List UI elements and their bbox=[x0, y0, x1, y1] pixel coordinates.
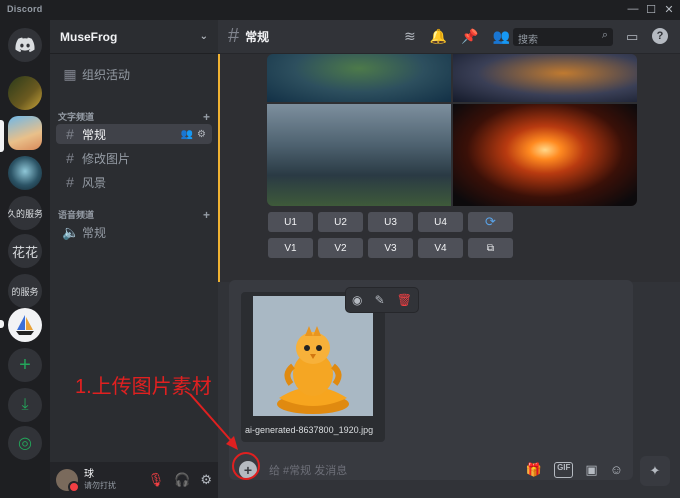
message-composer: ai-generated-8637800_1920.jpg ◉ ✎ 🗑 + 给 … bbox=[229, 280, 633, 480]
download-icon: ⤓ bbox=[21, 396, 29, 413]
mute-mic-icon[interactable]: 🎙 bbox=[148, 472, 165, 488]
explore-servers-button[interactable]: ◎ bbox=[8, 426, 42, 460]
app-name: Discord bbox=[7, 4, 43, 14]
discord-home-button[interactable] bbox=[8, 28, 42, 62]
gif-icon[interactable]: GIF bbox=[554, 462, 574, 478]
v3-button[interactable]: V3 bbox=[368, 238, 413, 258]
channel-general[interactable]: # 常规 👥 ⚙ bbox=[56, 124, 212, 144]
maximize-icon[interactable]: ☐ bbox=[644, 3, 658, 16]
explore-icon: ◎ bbox=[18, 435, 32, 452]
v4-button[interactable]: V4 bbox=[418, 238, 463, 258]
image-grid[interactable] bbox=[267, 54, 637, 206]
v2-button[interactable]: V2 bbox=[318, 238, 363, 258]
grid-image-4[interactable] bbox=[453, 104, 637, 206]
server-rail: 久的服务 花花 的服务 + ⤓ ◎ bbox=[0, 20, 50, 498]
main-panel: # 常规 ≋ 🔔 📌 👥 搜索 ⌕ ▭ ? U1 U2 U3 U4 ⟳ V1 V… bbox=[218, 20, 680, 498]
sailboat-icon bbox=[16, 315, 34, 335]
avatar[interactable] bbox=[56, 469, 80, 493]
attachment-toolbar: ◉ ✎ 🗑 bbox=[346, 288, 418, 312]
v1-button[interactable]: V1 bbox=[268, 238, 313, 258]
pin-icon[interactable]: 📌 bbox=[461, 28, 478, 45]
header-toolbar: ≋ 🔔 📌 👥 bbox=[404, 28, 510, 45]
apps-icon: ✦ bbox=[649, 463, 661, 478]
search-icon: ⌕ bbox=[601, 29, 608, 41]
server-icon[interactable]: 花花 bbox=[8, 234, 42, 268]
title-bar: Discord — ☐ ✕ bbox=[0, 0, 680, 20]
unread-pill bbox=[0, 320, 4, 328]
voice-channel-general[interactable]: 🔈 常规 bbox=[56, 222, 212, 242]
server-icon-active[interactable] bbox=[8, 116, 42, 150]
hashtag-icon: # bbox=[66, 126, 74, 142]
gift-icon[interactable]: 🎁 bbox=[526, 462, 542, 478]
add-channel-icon[interactable]: + bbox=[203, 110, 210, 124]
hashtag-icon: # bbox=[66, 150, 74, 166]
annotation-arrow bbox=[189, 393, 238, 450]
pencil-icon[interactable]: ✎ bbox=[375, 293, 385, 307]
server-icon[interactable]: 久的服务 bbox=[8, 196, 42, 230]
sticker-icon[interactable]: ▣ bbox=[585, 462, 597, 478]
trash-icon[interactable]: 🗑 bbox=[397, 293, 412, 307]
hashtag-icon: # bbox=[228, 25, 240, 47]
minimize-icon[interactable]: — bbox=[626, 3, 640, 15]
speaker-icon: 🔈 bbox=[62, 223, 80, 240]
u1-button[interactable]: U1 bbox=[268, 212, 313, 232]
threads-icon[interactable]: ≋ bbox=[404, 28, 416, 45]
attachment-filename: ai-generated-8637800_1920.jpg bbox=[245, 425, 374, 435]
invite-member-icon[interactable]: 👥 bbox=[181, 129, 193, 140]
server-icon[interactable]: 的服务 bbox=[8, 274, 42, 308]
category-voice-channels[interactable]: 语音频道 + bbox=[58, 208, 210, 222]
user-status: 请勿打扰 bbox=[84, 481, 116, 490]
eye-icon[interactable]: ◉ bbox=[352, 293, 362, 307]
server-icon-sailboat[interactable] bbox=[8, 308, 42, 342]
external-link-icon: ⧉ bbox=[486, 242, 495, 254]
server-icon[interactable] bbox=[8, 156, 42, 190]
add-server-button[interactable]: + bbox=[8, 348, 42, 382]
input-bar: + 给 #常规 发消息 🎁 GIF ▣ ☺ bbox=[229, 452, 633, 484]
grid-image-1[interactable] bbox=[267, 54, 451, 102]
calendar-icon: ▦ bbox=[63, 65, 77, 82]
user-panel: 球 请勿打扰 🎙 🎧 ⚙ bbox=[50, 462, 218, 498]
grid-image-2[interactable] bbox=[453, 54, 637, 102]
open-link-button[interactable]: ⧉ bbox=[468, 238, 513, 258]
username: 球 bbox=[84, 469, 94, 480]
app-launcher-button[interactable]: ✦ bbox=[640, 456, 670, 486]
server-icon[interactable] bbox=[8, 76, 42, 110]
orange-bird-image bbox=[253, 296, 373, 416]
inbox-icon[interactable]: ▭ bbox=[626, 29, 638, 45]
guild-name: MuseFrog bbox=[60, 29, 118, 44]
attachment-preview: ai-generated-8637800_1920.jpg ◉ ✎ 🗑 bbox=[241, 288, 418, 442]
discord-logo-icon bbox=[15, 37, 35, 53]
guild-header[interactable]: MuseFrog ⌄ bbox=[50, 20, 218, 54]
u4-button[interactable]: U4 bbox=[418, 212, 463, 232]
help-icon[interactable]: ? bbox=[652, 28, 668, 44]
hashtag-icon: # bbox=[66, 174, 74, 190]
active-server-pill bbox=[0, 120, 4, 152]
search-input[interactable]: 搜索 ⌕ bbox=[513, 28, 613, 46]
u2-button[interactable]: U2 bbox=[318, 212, 363, 232]
gear-icon[interactable]: ⚙ bbox=[197, 129, 206, 140]
bell-icon[interactable]: 🔔 bbox=[430, 28, 447, 45]
gear-icon[interactable]: ⚙ bbox=[200, 472, 212, 488]
chevron-down-icon: ⌄ bbox=[199, 31, 208, 42]
emoji-icon[interactable]: ☺ bbox=[610, 462, 623, 478]
events-item[interactable]: ▦ 组织活动 bbox=[56, 64, 212, 84]
headphones-icon[interactable]: 🎧 bbox=[174, 472, 190, 488]
attachment-image[interactable] bbox=[253, 296, 373, 416]
channel-scenery[interactable]: # 风景 bbox=[56, 172, 212, 192]
download-apps-button[interactable]: ⤓ bbox=[8, 388, 42, 422]
channel-title: 常规 bbox=[245, 30, 270, 44]
category-text-channels[interactable]: 文字频道 + bbox=[58, 110, 210, 124]
add-channel-icon[interactable]: + bbox=[203, 208, 210, 222]
bot-message: U1 U2 U3 U4 ⟳ V1 V2 V3 V4 ⧉ bbox=[218, 54, 680, 282]
refresh-icon: ⟳ bbox=[485, 214, 496, 229]
channel-edit-images[interactable]: # 修改图片 bbox=[56, 148, 212, 168]
add-server-icon: + bbox=[19, 353, 31, 376]
grid-image-3[interactable] bbox=[267, 104, 451, 206]
message-input[interactable]: 给 #常规 发消息 bbox=[269, 462, 347, 478]
reroll-button[interactable]: ⟳ bbox=[468, 212, 513, 232]
u3-button[interactable]: U3 bbox=[368, 212, 413, 232]
members-icon[interactable]: 👥 bbox=[493, 28, 510, 45]
close-icon[interactable]: ✕ bbox=[662, 3, 676, 16]
